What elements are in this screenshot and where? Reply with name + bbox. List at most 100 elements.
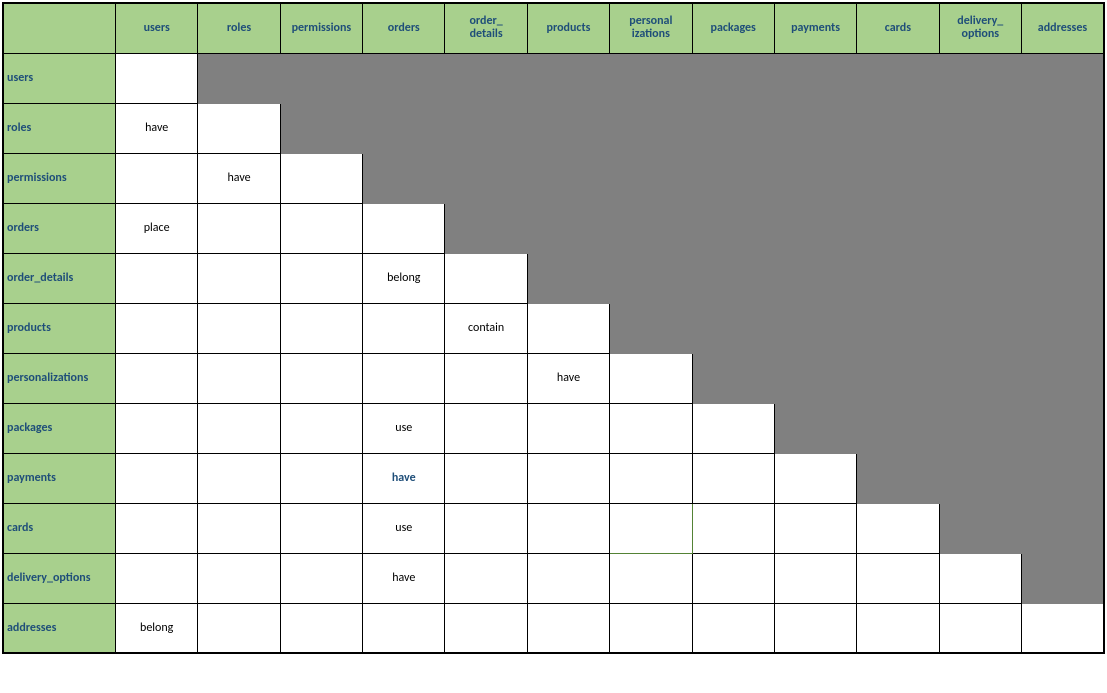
cell-10-4 bbox=[445, 553, 527, 603]
cell-1-2 bbox=[280, 103, 362, 153]
cell-0-11 bbox=[1021, 53, 1104, 103]
cell-8-5 bbox=[527, 453, 609, 503]
cell-0-0 bbox=[116, 53, 198, 103]
cell-9-2 bbox=[280, 503, 362, 553]
col-header-5: products bbox=[527, 3, 609, 53]
cell-8-10 bbox=[939, 453, 1021, 503]
cell-0-9 bbox=[857, 53, 939, 103]
cell-11-8 bbox=[774, 603, 856, 653]
cell-11-2 bbox=[280, 603, 362, 653]
cell-4-6 bbox=[610, 253, 692, 303]
row-header-9: cards bbox=[3, 503, 116, 553]
cell-0-10 bbox=[939, 53, 1021, 103]
cell-8-0 bbox=[116, 453, 198, 503]
row-header-7: packages bbox=[3, 403, 116, 453]
cell-4-0 bbox=[116, 253, 198, 303]
cell-9-8 bbox=[774, 503, 856, 553]
cell-0-7 bbox=[692, 53, 774, 103]
cell-10-3: have bbox=[363, 553, 445, 603]
cell-8-1 bbox=[198, 453, 280, 503]
col-header-7: packages bbox=[692, 3, 774, 53]
cell-3-4 bbox=[445, 203, 527, 253]
cell-6-3 bbox=[363, 353, 445, 403]
cell-1-0: have bbox=[116, 103, 198, 153]
row-header-10: delivery_options bbox=[3, 553, 116, 603]
cell-11-0: belong bbox=[116, 603, 198, 653]
row-header-1: roles bbox=[3, 103, 116, 153]
cell-7-7 bbox=[692, 403, 774, 453]
cell-9-9 bbox=[857, 503, 939, 553]
col-header-1: roles bbox=[198, 3, 280, 53]
cell-7-6 bbox=[610, 403, 692, 453]
cell-5-6 bbox=[610, 303, 692, 353]
row-header-8: payments bbox=[3, 453, 116, 503]
cell-2-3 bbox=[363, 153, 445, 203]
cell-5-8 bbox=[774, 303, 856, 353]
cell-8-6 bbox=[610, 453, 692, 503]
cell-7-11 bbox=[1021, 403, 1104, 453]
cell-5-10 bbox=[939, 303, 1021, 353]
cell-10-8 bbox=[774, 553, 856, 603]
cell-9-1 bbox=[198, 503, 280, 553]
cell-2-11 bbox=[1021, 153, 1104, 203]
cell-2-10 bbox=[939, 153, 1021, 203]
cell-5-0 bbox=[116, 303, 198, 353]
cell-2-9 bbox=[857, 153, 939, 203]
cell-7-0 bbox=[116, 403, 198, 453]
relationship-matrix: usersrolespermissionsordersorder_details… bbox=[2, 2, 1105, 654]
cell-0-8 bbox=[774, 53, 856, 103]
cell-6-4 bbox=[445, 353, 527, 403]
col-header-3: orders bbox=[363, 3, 445, 53]
cell-11-6 bbox=[610, 603, 692, 653]
cell-1-7 bbox=[692, 103, 774, 153]
cell-4-5 bbox=[527, 253, 609, 303]
cell-1-3 bbox=[363, 103, 445, 153]
cell-0-2 bbox=[280, 53, 362, 103]
cell-2-8 bbox=[774, 153, 856, 203]
cell-3-5 bbox=[527, 203, 609, 253]
cell-10-7 bbox=[692, 553, 774, 603]
cell-1-4 bbox=[445, 103, 527, 153]
cell-1-10 bbox=[939, 103, 1021, 153]
cell-1-5 bbox=[527, 103, 609, 153]
cell-10-6 bbox=[610, 553, 692, 603]
header-corner bbox=[3, 3, 116, 53]
cell-9-6 bbox=[610, 503, 692, 553]
cell-7-10 bbox=[939, 403, 1021, 453]
cell-3-3 bbox=[363, 203, 445, 253]
cell-3-11 bbox=[1021, 203, 1104, 253]
cell-9-0 bbox=[116, 503, 198, 553]
cell-7-8 bbox=[774, 403, 856, 453]
cell-7-9 bbox=[857, 403, 939, 453]
cell-4-2 bbox=[280, 253, 362, 303]
cell-9-7 bbox=[692, 503, 774, 553]
col-header-2: permissions bbox=[280, 3, 362, 53]
cell-5-5 bbox=[527, 303, 609, 353]
cell-6-10 bbox=[939, 353, 1021, 403]
col-header-8: payments bbox=[774, 3, 856, 53]
cell-10-9 bbox=[857, 553, 939, 603]
cell-9-10 bbox=[939, 503, 1021, 553]
cell-3-0: place bbox=[116, 203, 198, 253]
cell-0-1 bbox=[198, 53, 280, 103]
cell-6-9 bbox=[857, 353, 939, 403]
col-header-11: addresses bbox=[1021, 3, 1104, 53]
cell-5-11 bbox=[1021, 303, 1104, 353]
cell-8-7 bbox=[692, 453, 774, 503]
cell-10-10 bbox=[939, 553, 1021, 603]
cell-10-11 bbox=[1021, 553, 1104, 603]
cell-11-7 bbox=[692, 603, 774, 653]
cell-8-4 bbox=[445, 453, 527, 503]
row-header-5: products bbox=[3, 303, 116, 353]
cell-3-8 bbox=[774, 203, 856, 253]
cell-1-9 bbox=[857, 103, 939, 153]
cell-2-2 bbox=[280, 153, 362, 203]
cell-6-2 bbox=[280, 353, 362, 403]
cell-1-11 bbox=[1021, 103, 1104, 153]
cell-0-5 bbox=[527, 53, 609, 103]
cell-2-7 bbox=[692, 153, 774, 203]
cell-4-1 bbox=[198, 253, 280, 303]
cell-10-5 bbox=[527, 553, 609, 603]
cell-2-5 bbox=[527, 153, 609, 203]
cell-6-5: have bbox=[527, 353, 609, 403]
